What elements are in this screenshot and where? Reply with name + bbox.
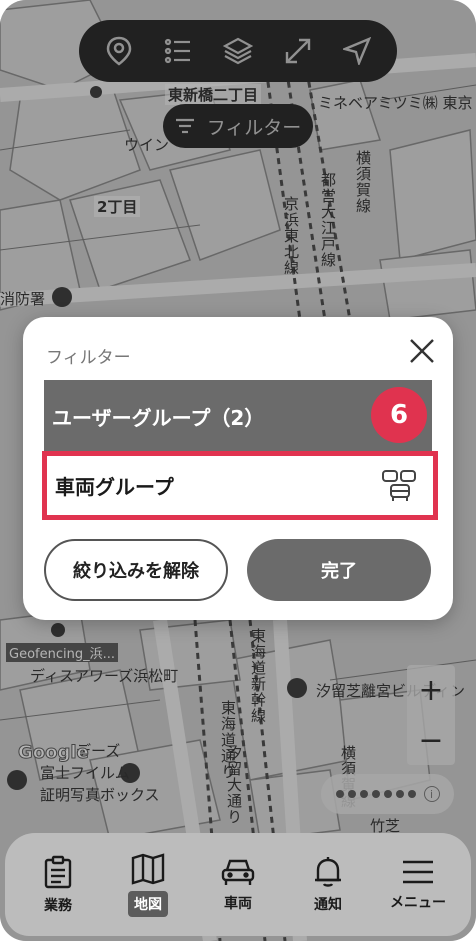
step-badge: 6 — [371, 387, 427, 443]
nav-item-notifications[interactable]: 通知 — [288, 856, 368, 914]
clear-filter-button[interactable]: 絞り込みを解除 — [44, 539, 228, 601]
nav-item-menu[interactable]: メニュー — [378, 858, 458, 912]
user-group-label: ユーザーグループ（2） — [52, 405, 265, 430]
vehicle-group-icon — [382, 469, 416, 501]
dialog-title: フィルター — [46, 348, 131, 368]
nav-label: メニュー — [390, 894, 446, 911]
clipboard-icon — [44, 855, 72, 888]
nav-label: 地図 — [128, 890, 168, 917]
nav-label: 業務 — [44, 897, 72, 914]
close-icon[interactable] — [406, 335, 438, 367]
bottom-navigation: 業務 地図 車両 通知 メニュー — [5, 833, 471, 936]
filter-dialog: フィルター ユーザーグループ（2） 車両グループ 絞り込みを解除 完了 — [23, 317, 453, 620]
nav-label: 車両 — [224, 895, 252, 912]
menu-icon — [403, 860, 433, 883]
done-button[interactable]: 完了 — [247, 539, 431, 601]
vehicle-group-label: 車両グループ — [55, 475, 174, 499]
car-icon — [221, 859, 255, 885]
app-screen: 東新橋二丁目 ミネベアミツミ㈱ 東京 ウイン 2丁目 消防署 横須賀線 都営大江… — [0, 0, 476, 941]
nav-item-vehicles[interactable]: 車両 — [198, 857, 278, 913]
map-icon — [131, 852, 165, 885]
nav-label: 通知 — [314, 896, 342, 913]
nav-item-tasks[interactable]: 業務 — [18, 855, 98, 915]
vehicle-group-row[interactable]: 車両グループ — [42, 451, 438, 520]
nav-item-map[interactable]: 地図 — [108, 852, 188, 917]
bell-icon — [315, 856, 341, 887]
